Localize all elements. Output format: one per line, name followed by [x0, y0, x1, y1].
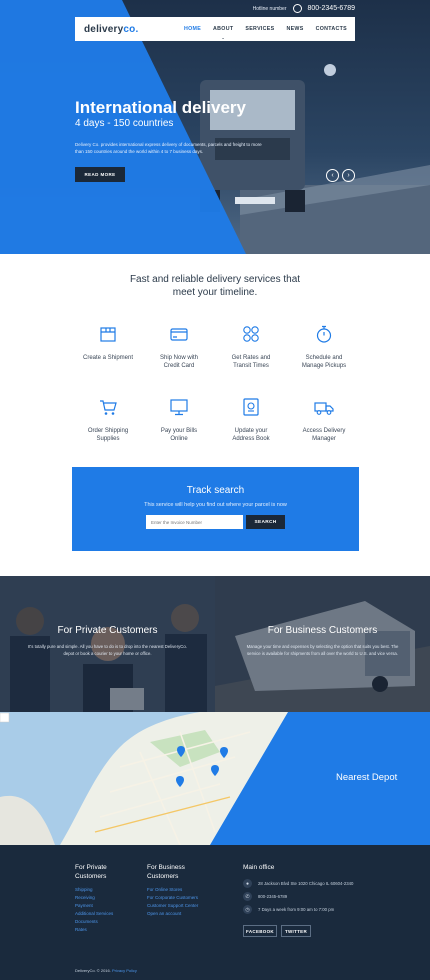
- search-button[interactable]: SEARCH: [246, 515, 285, 529]
- private-customers-text: It's totally pure and simple. All you ha…: [28, 644, 187, 656]
- invoice-number-input[interactable]: [146, 515, 243, 529]
- services-heading: Fast and reliable delivery services that…: [129, 274, 301, 298]
- footer-link[interactable]: Payment: [75, 902, 113, 910]
- hero-subtitle: 4 days - 150 countries: [75, 118, 174, 129]
- arrow-left-icon[interactable]: ‹: [326, 169, 339, 182]
- hero-title: International delivery: [75, 98, 246, 117]
- nearest-depot-title: Nearest Depot: [336, 772, 398, 783]
- main-nav: HOME ABOUT ⌄ SERVICES NEWS CONTACTS: [184, 17, 347, 41]
- privacy-policy-link[interactable]: Privacy Policy: [112, 968, 137, 973]
- phone-icon: ✆: [243, 892, 252, 901]
- private-customers-panel[interactable]: For Private Customers It's totally pure …: [0, 576, 215, 712]
- location-pin-icon: ●: [243, 879, 252, 888]
- monitor-icon: [170, 399, 188, 416]
- footer-business-links: For Online Stores For Corporate Customer…: [147, 886, 198, 918]
- copyright: DeliveryCo. © 2016. Privacy Policy: [75, 968, 137, 973]
- nav-services[interactable]: SERVICES: [245, 26, 274, 32]
- stopwatch-icon: [316, 325, 332, 343]
- delivery-truck-icon: [314, 402, 334, 415]
- hero-section: Hotline number 800-2345-6789 deliveryco.…: [0, 0, 430, 254]
- service-get-rates[interactable]: Get Rates and Transit Times: [211, 323, 291, 370]
- topbar: Hotline number 800-2345-6789: [253, 4, 355, 13]
- footer-link[interactable]: Additional Services: [75, 910, 113, 918]
- nearest-depot-section: Nearest Depot: [0, 712, 430, 845]
- arrow-right-icon[interactable]: ›: [342, 169, 355, 182]
- logo[interactable]: deliveryco.: [84, 24, 138, 35]
- shopping-cart-icon: [100, 400, 117, 415]
- footer-private-title: For Private Customers: [75, 864, 107, 880]
- nav-home[interactable]: HOME: [184, 26, 201, 32]
- nav-about[interactable]: ABOUT ⌄: [213, 26, 233, 40]
- hero-text: Delivery Co. provides international expr…: [75, 142, 262, 154]
- credit-card-icon: [170, 328, 188, 341]
- chevron-down-icon: ⌄: [221, 35, 226, 40]
- footer-link[interactable]: Receiving: [75, 894, 113, 902]
- footer-link[interactable]: Customer Support Center: [147, 902, 198, 910]
- box-icon: [100, 327, 116, 342]
- business-customers-title: For Business Customers: [267, 625, 378, 636]
- service-schedule-pickups[interactable]: Schedule and Manage Pickups: [284, 323, 364, 370]
- footer-link[interactable]: Shipping: [75, 886, 113, 894]
- facebook-button[interactable]: FACEBOOK: [243, 925, 277, 937]
- service-create-shipment[interactable]: Create a Shipment: [68, 323, 148, 362]
- footer-link[interactable]: For Corporate Customers: [147, 894, 198, 902]
- service-delivery-manager[interactable]: Access Delivery Manager: [284, 396, 364, 443]
- footer: [0, 845, 430, 980]
- footer-private-links: Shipping Receiving Payment Additional Se…: [75, 886, 113, 934]
- phone-icon: [292, 4, 302, 13]
- slider-arrows: ‹ ›: [326, 169, 355, 182]
- clock-icon: ◷: [243, 905, 252, 914]
- footer-link[interactable]: Rates: [75, 926, 113, 934]
- footer-link[interactable]: Documents: [75, 918, 113, 926]
- service-order-supplies[interactable]: Order Shipping Supplies: [68, 396, 148, 443]
- footer-link[interactable]: Open an account: [147, 910, 198, 918]
- office-phone[interactable]: ✆ 800-2345-6789: [243, 892, 287, 901]
- customers-section: For Private Customers It's totally pure …: [0, 576, 430, 712]
- nav-news[interactable]: NEWS: [286, 26, 303, 32]
- track-search-box: Track search This service will help you …: [72, 467, 359, 551]
- service-address-book[interactable]: Update your Address Book: [211, 396, 291, 443]
- twitter-button[interactable]: TWITTER: [281, 925, 311, 937]
- private-customers-title: For Private Customers: [57, 625, 158, 636]
- navbar: deliveryco. HOME ABOUT ⌄ SERVICES NEWS CO…: [75, 17, 355, 41]
- service-ship-now[interactable]: Ship Now with Credit Card: [139, 323, 219, 370]
- calculator-icon: [243, 326, 259, 342]
- office-hours: ◷ 7 Days a week from 9:00 am to 7:00 pm: [243, 905, 334, 914]
- track-title: Track search: [186, 485, 245, 496]
- address-book-icon: [243, 398, 259, 416]
- nav-contacts[interactable]: CONTACTS: [316, 26, 347, 32]
- hotline-phone[interactable]: 800-2345-6789: [308, 5, 356, 12]
- service-pay-bills[interactable]: Pay your Bills Online: [139, 396, 219, 443]
- read-more-button[interactable]: READ MORE: [75, 167, 125, 182]
- office-address: ● 28 Jackson Blvd Ste 1020 Chicago IL 60…: [243, 879, 353, 888]
- hotline-label: Hotline number: [252, 5, 287, 12]
- footer-business-title: For Business Customers: [147, 864, 185, 880]
- business-customers-panel[interactable]: For Business Customers Manage your time …: [215, 576, 430, 712]
- footer-office-title: Main office: [243, 864, 275, 871]
- business-customers-text: Manage your time and expenses by selecti…: [246, 644, 399, 656]
- track-subtitle: This service will help you find out wher…: [144, 502, 287, 508]
- footer-link[interactable]: For Online Stores: [147, 886, 198, 894]
